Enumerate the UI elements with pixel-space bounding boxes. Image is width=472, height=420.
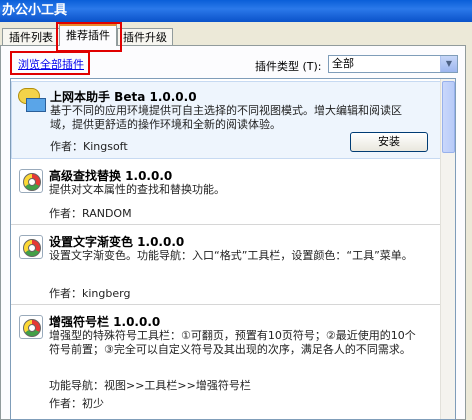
plugin-author: 作者：Kingsoft bbox=[50, 140, 128, 153]
plugin-description: 提供对文本属性的查找和替换功能。 bbox=[49, 183, 225, 196]
plugin-description: 增强型的特殊符号工具栏：①可翻页，预置有10页符号；②最近使用的10个符号前置；… bbox=[49, 329, 416, 356]
plugin-item-netbook-helper[interactable]: 上网本助手 Beta 1.0.0.0 基于不同的应用环境提供可自主选择的不同视图… bbox=[11, 81, 441, 159]
plugin-name: 高级查找替换 1.0.0.0 bbox=[49, 169, 173, 183]
plugin-item-enhanced-symbols[interactable]: 增强符号栏 1.0.0.0 增强型的特殊符号工具栏：①可翻页，预置有10页符号；… bbox=[11, 307, 441, 419]
plugin-disk-icon bbox=[19, 169, 43, 193]
plugin-name: 设置文字渐变色 1.0.0.0 bbox=[49, 235, 185, 249]
tab-plugin-list[interactable]: 插件列表 bbox=[2, 28, 60, 45]
list-scrollbar[interactable] bbox=[440, 79, 455, 419]
plugin-type-value: 全部 bbox=[332, 57, 354, 70]
plugin-type-label: 插件类型 (T): bbox=[255, 60, 322, 73]
window-title: 办公小工具 bbox=[0, 0, 472, 22]
plugin-disk-icon bbox=[19, 315, 43, 339]
plugin-name: 上网本助手 Beta 1.0.0.0 bbox=[50, 90, 197, 104]
plugin-description: 基于不同的应用环境提供可自主选择的不同视图模式。增大编辑和阅读区域，提供更舒适的… bbox=[50, 104, 402, 131]
tab-recommended-plugins[interactable]: 推荐插件 bbox=[59, 24, 117, 46]
plugin-author: 作者：kingberg bbox=[49, 287, 131, 300]
install-button[interactable]: 安装 bbox=[350, 132, 428, 152]
plugin-author: 作者：初少 bbox=[49, 397, 104, 410]
plugin-list[interactable]: 上网本助手 Beta 1.0.0.0 基于不同的应用环境提供可自主选择的不同视图… bbox=[10, 78, 456, 420]
scrollbar-thumb[interactable] bbox=[442, 81, 455, 153]
plugin-disk-icon bbox=[19, 235, 43, 259]
plugin-type-select[interactable]: 全部 ▼ bbox=[328, 55, 458, 73]
browse-all-plugins-link[interactable]: 浏览全部插件 bbox=[18, 56, 84, 72]
plugin-nav: 功能导航：视图>>工具栏>>增强符号栏 bbox=[49, 379, 251, 392]
plugin-description: 设置文字渐变色。功能导航：入口“格式”工具栏，设置颜色：“工具”菜单。 bbox=[49, 249, 413, 262]
plugin-name: 增强符号栏 1.0.0.0 bbox=[49, 315, 161, 329]
tab-bar: 插件列表 推荐插件 插件升级 bbox=[0, 22, 472, 52]
plugin-author: 作者：RANDOM bbox=[49, 207, 132, 220]
plugin-item-text-gradient[interactable]: 设置文字渐变色 1.0.0.0 设置文字渐变色。功能导航：入口“格式”工具栏，设… bbox=[11, 227, 441, 305]
plugin-item-advanced-find-replace[interactable]: 高级查找替换 1.0.0.0 提供对文本属性的查找和替换功能。 作者：RANDO… bbox=[11, 161, 441, 225]
tab-plugin-upgrade[interactable]: 插件升级 bbox=[117, 28, 173, 45]
chevron-down-icon[interactable]: ▼ bbox=[440, 56, 457, 72]
netbook-helper-icon bbox=[18, 88, 46, 114]
